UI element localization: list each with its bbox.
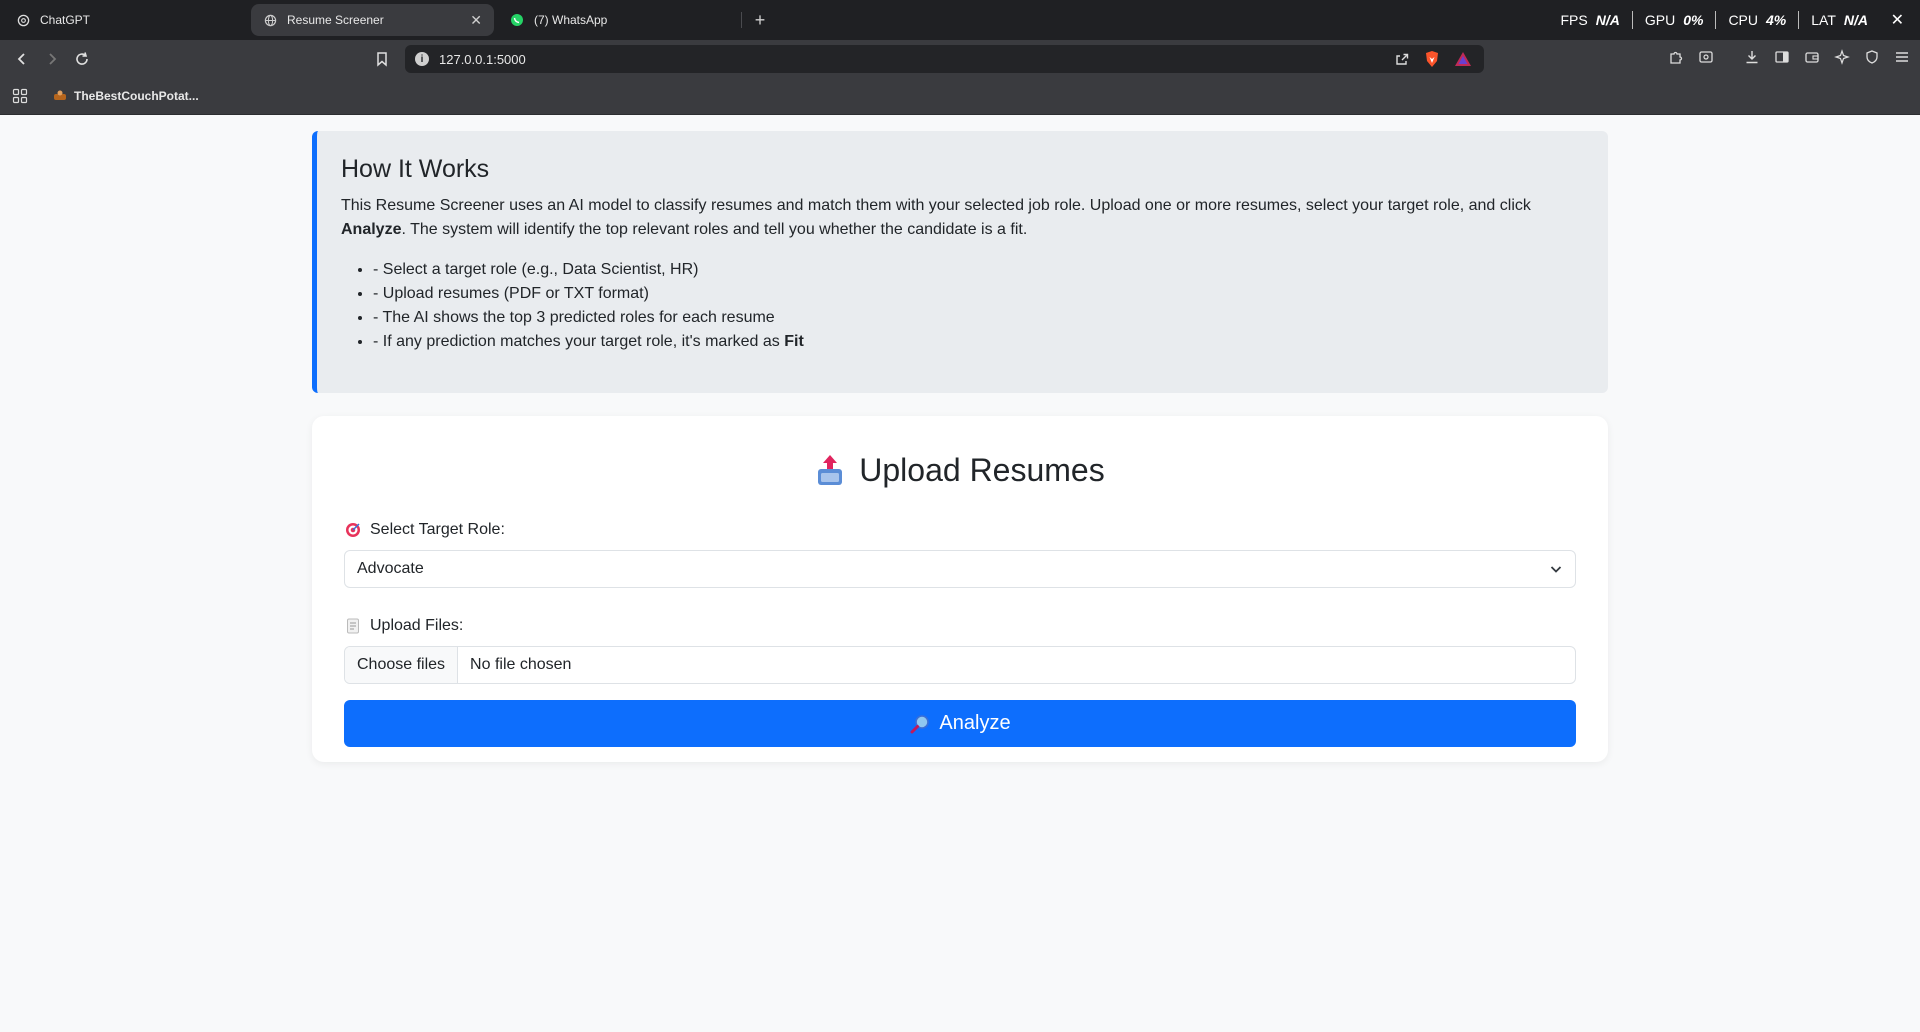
list-item: - Select a target role (e.g., Data Scien… [373,258,1584,282]
globe-icon [263,13,277,27]
tab-title: (7) WhatsApp [534,13,608,27]
upload-title-text: Upload Resumes [859,451,1105,488]
bookmark-item[interactable]: TheBestCouchPotat... [52,88,199,104]
menu-button[interactable] [1892,47,1912,67]
files-label-text: Upload Files: [370,617,464,634]
whatsapp-icon [510,13,524,27]
file-input[interactable]: Choose files No file chosen [344,646,1576,684]
wallet-icon [1805,52,1819,63]
back-button[interactable] [10,47,34,71]
chatgpt-icon [16,13,30,27]
list-item-text: - If any prediction matches your target … [373,333,785,350]
sidebar-button[interactable] [1772,47,1792,67]
list-item-bold: Fit [784,333,804,350]
close-tab-icon[interactable]: ✕ [470,12,482,29]
document-icon [344,617,362,635]
sidebar-icon [1775,51,1789,63]
gpu-value: 0% [1683,12,1704,28]
apps-button[interactable] [10,86,30,106]
list-item: - If any prediction matches your target … [373,330,1584,354]
screenshot-button[interactable] [1696,47,1716,67]
download-icon [1746,51,1758,64]
how-it-works-panel: How It Works This Resume Screener uses a… [312,131,1608,393]
lat-value: N/A [1843,12,1868,28]
bookmark-page-button[interactable] [370,47,394,71]
cpu-label: CPU [1728,12,1758,28]
brave-rewards-icon[interactable] [1454,51,1472,67]
bookmarks-bar: TheBestCouchPotat... [0,78,1920,115]
wallet-button[interactable] [1802,47,1822,67]
choose-files-button[interactable]: Choose files [345,647,459,683]
analyze-button[interactable]: Analyze [344,700,1576,747]
magnifying-glass-icon [910,714,930,733]
leo-ai-button[interactable] [1832,47,1852,67]
forward-button[interactable] [40,47,64,71]
url-text[interactable]: 127.0.0.1:5000 [439,52,526,67]
info-description: This Resume Screener uses an AI model to… [341,194,1584,242]
role-label: Select Target Role: [344,518,1576,542]
list-item: - Upload resumes (PDF or TXT format) [373,282,1584,306]
performance-overlay: FPS N/A GPU 0% CPU 4% LAT N/A [1549,0,1881,40]
info-text: This Resume Screener uses an AI model to… [341,197,1531,214]
info-text-bold: Analyze [341,221,402,238]
puzzle-icon [1670,51,1683,64]
fps-value: N/A [1595,12,1620,28]
target-role-select[interactable]: Advocate [344,550,1576,588]
apps-grid-icon [12,88,28,104]
downloads-button[interactable] [1742,47,1762,67]
upload-title: Upload Resumes [344,448,1576,492]
toolbar-actions [1666,47,1912,67]
reload-button[interactable] [70,47,94,71]
page-content: How It Works This Resume Screener uses a… [0,115,1920,1032]
files-label: Upload Files: [344,614,1576,638]
address-bar-actions [1394,50,1472,68]
info-steps-list: - Select a target role (e.g., Data Scien… [341,258,1584,354]
tab-title: ChatGPT [40,13,91,27]
tab-resume-screener[interactable]: Resume Screener ✕ [251,4,494,36]
sparkle-icon [1834,49,1850,65]
upload-card: Upload Resumes Select Target Role: Advoc… [312,416,1608,762]
arrow-right-icon [49,53,57,65]
tab-title: Resume Screener [287,13,384,27]
list-item: - The AI shows the top 3 predicted roles… [373,306,1584,330]
arrow-left-icon [17,53,25,65]
tab-chatgpt[interactable]: ChatGPT [4,4,247,36]
brave-shields-icon[interactable] [1424,50,1440,68]
share-icon[interactable] [1394,51,1410,67]
info-text: . The system will identify the top relev… [401,221,1028,238]
hamburger-menu-icon [1896,52,1908,62]
info-title: How It Works [341,155,490,183]
cpu-metric: CPU 4% [1716,12,1798,28]
vpn-button[interactable] [1862,47,1882,67]
bookmark-icon [377,52,387,67]
gpu-label: GPU [1644,12,1676,28]
window-close-button[interactable]: ✕ [1891,10,1904,30]
lat-label: LAT [1811,12,1836,28]
tab-whatsapp[interactable]: (7) WhatsApp [498,4,741,36]
browser-toolbar: i 127.0.0.1:5000 [0,40,1920,78]
lat-metric: LAT N/A [1799,12,1880,28]
cpu-value: 4% [1766,12,1787,28]
new-tab-button[interactable]: + [742,10,778,31]
reload-icon [76,52,88,65]
chevron-down-icon [1550,566,1562,573]
file-status: No file chosen [470,656,572,673]
address-bar[interactable]: i 127.0.0.1:5000 [405,45,1484,73]
tab-strip: ChatGPT Resume Screener ✕ (7) WhatsApp +… [0,0,1920,40]
site-info-icon[interactable]: i [415,52,429,66]
analyze-label: Analyze [939,712,1011,734]
shield-icon [1866,50,1878,64]
outbox-tray-icon [818,455,843,485]
role-label-text: Select Target Role: [370,521,505,538]
camera-icon [1699,51,1713,63]
couch-potato-icon [52,88,68,104]
extensions-button[interactable] [1666,47,1686,67]
fps-label: FPS [1560,12,1588,28]
bookmark-label: TheBestCouchPotat... [74,89,199,103]
gpu-metric: GPU 0% [1633,12,1716,28]
fps-metric: FPS N/A [1549,12,1632,28]
target-icon [344,521,362,539]
selected-role: Advocate [357,560,424,577]
